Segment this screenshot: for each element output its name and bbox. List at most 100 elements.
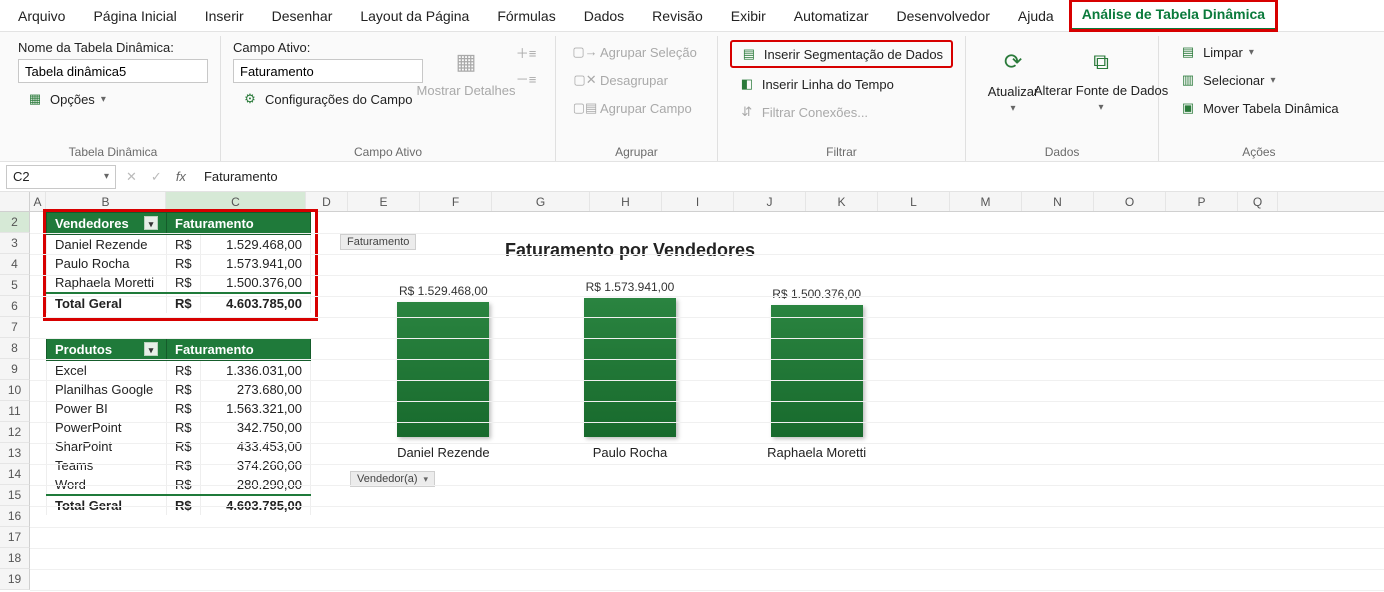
column-header[interactable]: B xyxy=(46,192,166,211)
row-header[interactable]: 15 xyxy=(0,485,30,506)
menu-item[interactable]: Página Inicial xyxy=(81,2,188,30)
table-row[interactable]: PowerPointR$342.750,00 xyxy=(47,418,311,437)
table-row[interactable]: Daniel RezendeR$1.529.468,00 xyxy=(47,235,311,255)
row-header[interactable]: 10 xyxy=(0,380,30,401)
pivot-chart[interactable]: Faturamento Faturamento por Vendedores R… xyxy=(350,240,910,487)
menu-item[interactable]: Desenvolvedor xyxy=(884,2,1001,30)
column-header[interactable]: L xyxy=(878,192,950,211)
column-header[interactable]: E xyxy=(348,192,420,211)
menu-item[interactable]: Exibir xyxy=(719,2,778,30)
row-header[interactable]: 2 xyxy=(0,212,30,233)
row-header[interactable]: 19 xyxy=(0,569,30,590)
row-header[interactable]: 5 xyxy=(0,275,30,296)
value-field-pill[interactable]: Faturamento xyxy=(340,234,416,250)
menu-item[interactable]: Ajuda xyxy=(1006,2,1066,30)
name-box[interactable]: C2 ▾ xyxy=(6,165,116,189)
accept-formula-button[interactable]: ✓ xyxy=(151,169,162,185)
column-header[interactable]: J xyxy=(734,192,806,211)
column-header[interactable]: D xyxy=(306,192,348,211)
row-header[interactable]: 7 xyxy=(0,317,30,338)
group-field-label: Agrupar Campo xyxy=(600,101,692,116)
ungroup-icon: ▢✕ xyxy=(576,71,594,89)
move-pivot-button[interactable]: ▣ Mover Tabela Dinâmica xyxy=(1171,96,1347,120)
select-button[interactable]: ▥ Selecionar ▾ xyxy=(1171,68,1347,92)
row-header[interactable]: 6 xyxy=(0,296,30,317)
row-header[interactable]: 4 xyxy=(0,254,30,275)
row-header[interactable]: 18 xyxy=(0,548,30,569)
column-header[interactable]: Q xyxy=(1238,192,1278,211)
column-header[interactable]: G xyxy=(492,192,590,211)
menu-item[interactable]: Dados xyxy=(572,2,636,30)
column-header[interactable]: P xyxy=(1166,192,1238,211)
row-value: 342.750,00 xyxy=(201,418,311,437)
fx-button[interactable]: fx xyxy=(176,169,186,184)
row-header[interactable]: 9 xyxy=(0,359,30,380)
row-header[interactable]: 11 xyxy=(0,401,30,422)
row-header[interactable]: 8 xyxy=(0,338,30,359)
column-header[interactable]: H xyxy=(590,192,662,211)
column-header[interactable]: C xyxy=(166,192,306,211)
column-header[interactable]: I xyxy=(662,192,734,211)
slicer-icon: ▤ xyxy=(740,45,758,63)
column-header[interactable]: K xyxy=(806,192,878,211)
column-header[interactable]: O xyxy=(1094,192,1166,211)
table-row[interactable]: SharPointR$433.453,00 xyxy=(47,437,311,456)
menu-item[interactable]: Automatizar xyxy=(782,2,881,30)
pivot-options-button[interactable]: ▦ Opções ▾ xyxy=(18,87,208,111)
column-header[interactable]: N xyxy=(1022,192,1094,211)
show-details-button: ▦ Mostrar Detalhes xyxy=(431,40,501,102)
menu-item[interactable]: Inserir xyxy=(193,2,256,30)
grid-cells[interactable]: Vendedores ▾ Faturamento Daniel RezendeR… xyxy=(30,212,1384,592)
select-all-corner[interactable] xyxy=(0,192,30,211)
row-header[interactable]: 13 xyxy=(0,443,30,464)
pivot-header[interactable]: Faturamento xyxy=(167,213,311,235)
pivot-name-input[interactable] xyxy=(18,59,208,83)
chart-bar[interactable]: R$ 1.529.468,00 xyxy=(373,284,513,437)
pivot-header[interactable]: Faturamento xyxy=(167,339,311,361)
menu-item[interactable]: Fórmulas xyxy=(485,2,567,30)
menu-item[interactable]: Arquivo xyxy=(6,2,77,30)
active-field-input[interactable] xyxy=(233,59,423,83)
clear-button[interactable]: ▤ Limpar ▾ xyxy=(1171,40,1347,64)
collapse-icon: －≡ xyxy=(517,69,535,87)
menu-item[interactable]: Revisão xyxy=(640,2,715,30)
row-header[interactable]: 17 xyxy=(0,527,30,548)
column-header[interactable]: M xyxy=(950,192,1022,211)
pivot-table-vendedores[interactable]: Vendedores ▾ Faturamento Daniel RezendeR… xyxy=(46,212,311,313)
gear-field-icon: ⚙ xyxy=(241,90,259,108)
formula-input[interactable]: Faturamento xyxy=(196,165,1378,189)
refresh-button[interactable]: ⟳ Atualizar ▾ xyxy=(978,40,1048,118)
pivot-table-produtos[interactable]: Produtos ▾ Faturamento ExcelR$1.336.031,… xyxy=(46,338,311,515)
menu-item[interactable]: Desenhar xyxy=(260,2,345,30)
row-header[interactable]: 3 xyxy=(0,233,30,254)
menu-item[interactable]: Layout da Página xyxy=(348,2,481,30)
field-settings-button[interactable]: ⚙ Configurações do Campo xyxy=(233,87,423,111)
row-header[interactable]: 14 xyxy=(0,464,30,485)
insert-slicer-button[interactable]: ▤ Inserir Segmentação de Dados xyxy=(730,40,953,68)
table-row[interactable]: Paulo RochaR$1.573.941,00 xyxy=(47,254,311,273)
table-row[interactable]: TeamsR$374.260,00 xyxy=(47,456,311,475)
filter-dropdown-icon[interactable]: ▾ xyxy=(144,216,158,230)
column-header[interactable]: F xyxy=(420,192,492,211)
table-row[interactable]: ExcelR$1.336.031,00 xyxy=(47,361,311,381)
column-header[interactable]: A xyxy=(30,192,46,211)
menu-item[interactable]: Análise de Tabela Dinâmica xyxy=(1070,0,1277,31)
change-source-button[interactable]: ⧉ Alterar Fonte de Dados ▾ xyxy=(1056,40,1146,117)
chevron-down-icon: ▾ xyxy=(1249,47,1254,58)
filter-dropdown-icon[interactable]: ▾ xyxy=(144,342,158,356)
group-selection-button: ▢→ Agrupar Seleção xyxy=(568,40,705,64)
ribbon-group-active-field: Campo Ativo: ⚙ Configurações do Campo ▦ … xyxy=(221,36,556,161)
row-header[interactable]: 16 xyxy=(0,506,30,527)
cancel-formula-button[interactable]: ✕ xyxy=(126,169,137,185)
pivot-header[interactable]: Produtos ▾ xyxy=(47,339,167,361)
spreadsheet-grid[interactable]: ABCDEFGHIJKLMNOPQ 2345678910111213141516… xyxy=(0,192,1384,592)
table-row[interactable]: Planilhas GoogleR$273.680,00 xyxy=(47,380,311,399)
chart-bar[interactable]: R$ 1.500.376,00 xyxy=(747,287,887,437)
currency-label: R$ xyxy=(167,495,201,515)
pivot-header[interactable]: Vendedores ▾ xyxy=(47,213,167,235)
table-row[interactable]: Raphaela MorettiR$1.500.376,00 xyxy=(47,273,311,293)
row-header[interactable]: 12 xyxy=(0,422,30,443)
group-label: Campo Ativo xyxy=(233,141,543,159)
insert-timeline-button[interactable]: ◧ Inserir Linha do Tempo xyxy=(730,72,953,96)
insert-timeline-label: Inserir Linha do Tempo xyxy=(762,77,894,92)
